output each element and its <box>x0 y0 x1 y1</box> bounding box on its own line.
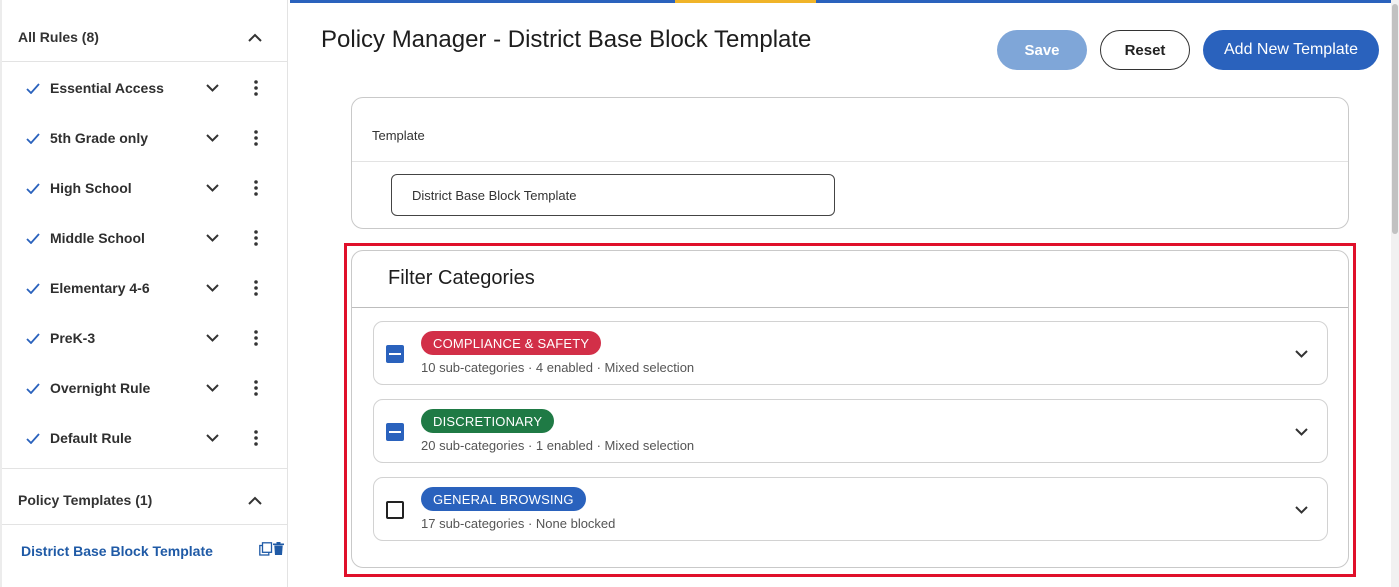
sidebar-rule-item[interactable]: PreK-3 <box>2 313 288 363</box>
template-card: Template District Base Block Template <box>351 97 1349 229</box>
template-card-divider <box>352 161 1348 162</box>
sidebar-rule-item[interactable]: High School <box>2 163 288 213</box>
chevron-down-icon[interactable] <box>198 374 226 402</box>
rule-label: Overnight Rule <box>50 380 151 396</box>
trash-icon[interactable] <box>273 542 284 560</box>
chevron-down-icon[interactable] <box>198 424 226 452</box>
sidebar-rule-item[interactable]: Middle School <box>2 213 288 263</box>
more-options-icon[interactable] <box>246 424 266 452</box>
rule-label: 5th Grade only <box>50 130 149 146</box>
sidebar-divider <box>2 468 287 469</box>
collapse-templates-icon[interactable] <box>235 480 275 520</box>
sidebar-template-item[interactable]: District Base Block Template <box>2 525 288 577</box>
highlight-box <box>344 243 1356 577</box>
rule-label: High School <box>50 180 132 196</box>
policy-templates-title: Policy Templates (1) <box>18 492 153 508</box>
check-icon <box>26 379 44 397</box>
sidebar-divider <box>2 61 287 62</box>
chevron-down-icon[interactable] <box>198 224 226 252</box>
rule-label: PreK-3 <box>50 330 96 346</box>
chevron-down-icon[interactable] <box>198 124 226 152</box>
template-name-input[interactable]: District Base Block Template <box>391 174 835 216</box>
sidebar-rule-item[interactable]: Elementary 4-6 <box>2 263 288 313</box>
template-label: Template <box>372 128 425 143</box>
rule-label: Essential Access <box>50 80 164 96</box>
all-rules-header[interactable]: All Rules (8) <box>2 7 287 67</box>
chevron-down-icon[interactable] <box>198 274 226 302</box>
chevron-down-icon[interactable] <box>198 324 226 352</box>
collapse-rules-icon[interactable] <box>235 17 275 57</box>
all-rules-title: All Rules (8) <box>18 29 99 45</box>
top-progress-accent <box>675 0 816 3</box>
scrollbar[interactable] <box>1391 0 1399 587</box>
save-button[interactable]: Save <box>997 30 1087 70</box>
check-icon <box>26 129 44 147</box>
sidebar-rule-item[interactable]: Essential Access <box>2 63 288 113</box>
sidebar-rule-item[interactable]: 5th Grade only <box>2 113 288 163</box>
sidebar-rule-item[interactable]: Default Rule <box>2 413 288 463</box>
more-options-icon[interactable] <box>246 124 266 152</box>
template-link[interactable]: District Base Block Template <box>21 543 259 559</box>
rule-label: Middle School <box>50 230 145 246</box>
copy-icon[interactable] <box>259 541 273 561</box>
more-options-icon[interactable] <box>246 324 266 352</box>
more-options-icon[interactable] <box>246 174 266 202</box>
sidebar-rule-item[interactable]: Overnight Rule <box>2 363 288 413</box>
reset-button[interactable]: Reset <box>1100 30 1190 70</box>
chevron-down-icon[interactable] <box>198 174 226 202</box>
more-options-icon[interactable] <box>246 74 266 102</box>
check-icon <box>26 279 44 297</box>
top-progress-bar <box>290 0 1399 3</box>
more-options-icon[interactable] <box>246 374 266 402</box>
check-icon <box>26 329 44 347</box>
add-new-template-button[interactable]: Add New Template <box>1203 30 1379 70</box>
rule-label: Default Rule <box>50 430 132 446</box>
page-title: Policy Manager - District Base Block Tem… <box>321 26 812 53</box>
more-options-icon[interactable] <box>246 274 266 302</box>
chevron-down-icon[interactable] <box>198 74 226 102</box>
sidebar: All Rules (8) Essential Access 5th Grade… <box>0 0 288 587</box>
check-icon <box>26 429 44 447</box>
check-icon <box>26 79 44 97</box>
policy-templates-header[interactable]: Policy Templates (1) <box>2 470 287 530</box>
more-options-icon[interactable] <box>246 224 266 252</box>
rule-label: Elementary 4-6 <box>50 280 150 296</box>
check-icon <box>26 179 44 197</box>
check-icon <box>26 229 44 247</box>
scrollbar-thumb[interactable] <box>1392 4 1398 234</box>
